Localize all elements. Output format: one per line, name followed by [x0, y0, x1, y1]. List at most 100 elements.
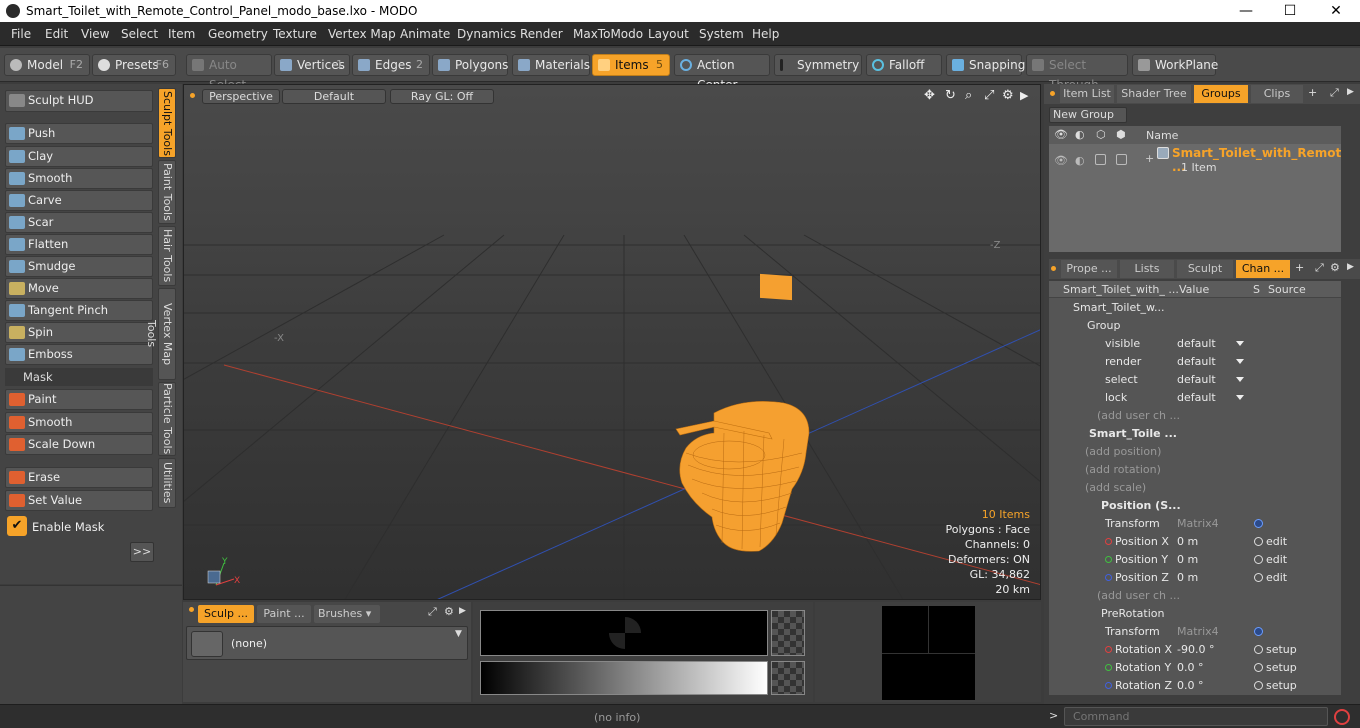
channel-value[interactable]: Matrix4 — [1177, 515, 1219, 533]
channel-state-icon[interactable] — [1254, 537, 1263, 546]
tab-hair-tools[interactable]: Hair Tools — [158, 226, 176, 286]
clay-tool[interactable]: Clay — [5, 146, 153, 167]
tab-paint-tools[interactable]: Paint Tools — [158, 160, 176, 224]
viewport-menu-dot[interactable] — [190, 93, 195, 98]
mid-panel-menu-dot[interactable] — [1051, 266, 1056, 271]
flatten-tool[interactable]: Flatten — [5, 234, 153, 255]
smooth-tool[interactable]: Smooth — [5, 168, 153, 189]
tangent-pinch-tool[interactable]: Tangent Pinch — [5, 300, 153, 321]
channel-row[interactable]: Position Z 0 m edit — [1049, 569, 1341, 587]
menu-geometry[interactable]: Geometry — [208, 27, 268, 41]
dropdown-arrow-icon[interactable] — [1236, 341, 1244, 346]
group-render-icon[interactable]: ◐ — [1075, 154, 1085, 167]
enable-mask-checkbox[interactable]: ✔ — [7, 516, 27, 536]
add-tab-icon[interactable]: + — [1308, 86, 1317, 99]
tab-sculpt[interactable]: Sculpt — [1177, 260, 1233, 278]
channel-state-icon[interactable] — [1254, 555, 1263, 564]
mid-expand-icon[interactable]: ⤢ — [1315, 261, 1324, 275]
channel-value[interactable]: default — [1177, 335, 1216, 353]
menu-view[interactable]: View — [81, 27, 109, 41]
tab-brushes[interactable]: Brushes ▾ — [314, 605, 380, 623]
menu-maxtomodo[interactable]: MaxToModo — [573, 27, 643, 41]
tab-sculpt-presets[interactable]: Sculp ... — [198, 605, 254, 623]
channel-row[interactable]: Transform Matrix4 — [1049, 515, 1341, 533]
channel-value[interactable]: default — [1177, 353, 1216, 371]
falloff-button[interactable]: Falloff — [866, 54, 942, 76]
symmetry-button[interactable]: Symmetry — [774, 54, 862, 76]
maximize-button[interactable]: ☐ — [1270, 1, 1310, 21]
perspective-button[interactable]: Perspective — [202, 89, 280, 104]
channel-row[interactable]: (add scale) — [1049, 479, 1341, 497]
channel-row[interactable]: lock default — [1049, 389, 1341, 407]
panel-more-icon[interactable]: ▶ — [459, 606, 466, 616]
tab-groups[interactable]: Groups — [1194, 85, 1248, 103]
toilet-mesh[interactable] — [674, 393, 834, 553]
top-more-icon[interactable]: ▶ — [1347, 87, 1354, 97]
polygons-button[interactable]: Polygons — [432, 54, 508, 76]
erase-button[interactable]: Erase — [5, 467, 153, 488]
tab-utilities[interactable]: Utilities — [158, 458, 176, 508]
scar-tool[interactable]: Scar — [5, 212, 153, 233]
texture-preview[interactable] — [480, 610, 768, 656]
channel-row[interactable]: render default — [1049, 353, 1341, 371]
zoom-icon[interactable]: ⌕ — [965, 88, 972, 103]
push-tool[interactable]: Push — [5, 123, 153, 144]
channel-row[interactable]: (add user ch ... — [1049, 587, 1341, 605]
smudge-tool[interactable]: Smudge — [5, 256, 153, 277]
group-select-toggle[interactable] — [1116, 154, 1127, 165]
brush-preset-dropdown[interactable]: (none) ▼ — [186, 626, 468, 660]
viewport-more-icon[interactable]: ▶ — [1020, 89, 1028, 102]
channel-row[interactable]: visible default — [1049, 335, 1341, 353]
menu-texture[interactable]: Texture — [273, 27, 317, 41]
render-column-icon[interactable]: ◐ — [1075, 128, 1085, 141]
minimize-button[interactable]: — — [1226, 1, 1266, 21]
channel-value[interactable]: 0.0 ° — [1177, 677, 1204, 695]
command-input[interactable] — [1064, 707, 1328, 726]
panel-menu-dot[interactable] — [189, 607, 194, 612]
tab-item-list[interactable]: Item List — [1060, 85, 1114, 103]
channel-state-icon[interactable] — [1254, 519, 1263, 528]
close-button[interactable]: ✕ — [1316, 1, 1356, 21]
action-center-button[interactable]: Action Center — [674, 54, 770, 92]
channel-state-icon[interactable] — [1254, 663, 1263, 672]
mask-paint-tool[interactable]: Paint — [5, 389, 153, 410]
channel-value[interactable]: default — [1177, 389, 1216, 407]
remote-control-mesh[interactable] — [760, 273, 792, 301]
rotate-icon[interactable]: ↻ — [945, 88, 956, 103]
lock-column-icon[interactable]: ⬡ — [1096, 128, 1106, 141]
spin-tool[interactable]: Spin — [5, 322, 153, 343]
channel-state-icon[interactable] — [1254, 627, 1263, 636]
emboss-tool[interactable]: Emboss — [5, 344, 153, 365]
items-button[interactable]: Items 5 — [592, 54, 670, 76]
3d-viewport[interactable]: Perspective Default Ray GL: Off ✥ ↻ ⌕ ⤢ … — [183, 84, 1041, 600]
mid-add-tab-icon[interactable]: + — [1295, 261, 1304, 274]
new-group-button[interactable]: New Group — [1049, 107, 1127, 123]
dropdown-arrow-icon[interactable] — [1236, 395, 1244, 400]
channel-row[interactable]: Smart_Toile ... — [1049, 425, 1341, 443]
top-expand-icon[interactable]: ⤢ — [1330, 86, 1339, 100]
uv-preview[interactable] — [882, 606, 975, 700]
panel-settings-icon[interactable]: ⚙ — [444, 605, 454, 618]
channel-row[interactable]: select default — [1049, 371, 1341, 389]
auto-select-button[interactable]: Auto Select — [186, 54, 272, 92]
channel-state-icon[interactable] — [1254, 573, 1263, 582]
menu-vertex-map[interactable]: Vertex Map — [328, 27, 396, 41]
group-expand-icon[interactable]: + — [1145, 152, 1154, 165]
tab-properties[interactable]: Prope ... — [1061, 260, 1117, 278]
mask-scale-down-tool[interactable]: Scale Down — [5, 434, 153, 455]
channel-value[interactable]: 0 m — [1177, 569, 1198, 587]
menu-animate[interactable]: Animate — [400, 27, 450, 41]
channel-state-icon[interactable] — [1254, 681, 1263, 690]
channel-row[interactable]: Rotation Y 0.0 ° setup — [1049, 659, 1341, 677]
group-lock-toggle[interactable] — [1095, 154, 1106, 165]
viewport-settings-icon[interactable]: ⚙ — [1002, 88, 1014, 103]
edges-button[interactable]: Edges 2 — [352, 54, 430, 76]
group-visibility-icon[interactable]: 👁 — [1054, 154, 1068, 167]
menu-edit[interactable]: Edit — [45, 27, 68, 41]
workplane-button[interactable]: WorkPlane — [1132, 54, 1218, 76]
channel-value[interactable]: -90.0 ° — [1177, 641, 1214, 659]
carve-tool[interactable]: Carve — [5, 190, 153, 211]
select-through-button[interactable]: Select Through — [1026, 54, 1128, 92]
snapping-button[interactable]: Snapping — [946, 54, 1025, 76]
record-macro-icon[interactable] — [1334, 709, 1350, 725]
